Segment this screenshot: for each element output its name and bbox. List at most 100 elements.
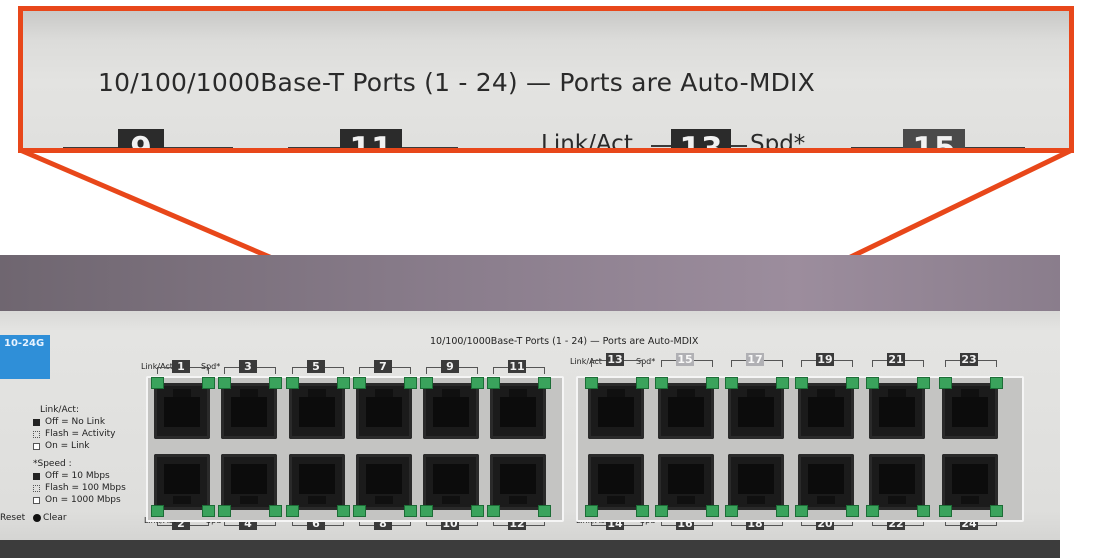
port-latch-slot — [240, 496, 258, 504]
legend-speed-off-icon — [33, 473, 40, 480]
port-latch-slot — [173, 389, 191, 397]
zoom-inset: 10/100/1000Base-T Ports (1 - 24) — Ports… — [18, 6, 1074, 153]
ethernet-port-21[interactable] — [869, 383, 925, 439]
legend-off-square-icon — [33, 419, 40, 426]
ethernet-port-23[interactable] — [942, 383, 998, 439]
port-latch-slot — [442, 496, 460, 504]
port-number-label-17: 17 — [746, 353, 764, 366]
port-socket — [738, 397, 774, 427]
ethernet-port-11[interactable] — [490, 383, 546, 439]
port-latch-slot — [961, 496, 979, 504]
port-latch-slot — [677, 389, 695, 397]
model-badge: 10-24G — [0, 335, 50, 379]
port-socket — [879, 397, 915, 427]
ethernet-port-20[interactable] — [798, 454, 854, 510]
port-socket — [366, 397, 402, 427]
reset-label: Reset — [0, 513, 26, 523]
ethernet-port-4[interactable] — [221, 454, 277, 510]
speed-led-icon — [846, 505, 859, 517]
speed-led-icon — [990, 505, 1003, 517]
link-act-led-icon — [795, 505, 808, 517]
port-number-label-9: 9 — [441, 360, 459, 373]
port-latch-slot — [240, 389, 258, 397]
ethernet-port-16[interactable] — [658, 454, 714, 510]
legend-link-act-heading: Link/Act: — [40, 405, 79, 415]
ethernet-port-10[interactable] — [423, 454, 479, 510]
speed-led-icon — [917, 377, 930, 389]
clear-button-dot-icon[interactable] — [33, 514, 41, 522]
ethernet-port-12[interactable] — [490, 454, 546, 510]
ethernet-port-8[interactable] — [356, 454, 412, 510]
link-act-led-icon — [585, 377, 598, 389]
port-latch-slot — [375, 389, 393, 397]
port-socket — [598, 464, 634, 494]
link-act-led-icon — [939, 377, 952, 389]
link-act-led-icon — [655, 505, 668, 517]
legend-flash-icon — [33, 431, 40, 438]
port-number-label-13: 13 — [606, 353, 624, 366]
ethernet-port-3[interactable] — [221, 383, 277, 439]
port-socket — [500, 397, 536, 427]
speed-led-icon — [538, 377, 551, 389]
ethernet-port-24[interactable] — [942, 454, 998, 510]
ethernet-port-9[interactable] — [423, 383, 479, 439]
photo-ports-title: 10/100/1000Base-T Ports (1 - 24) — Ports… — [430, 336, 699, 347]
port-socket — [231, 397, 267, 427]
port-socket — [366, 464, 402, 494]
ethernet-port-5[interactable] — [289, 383, 345, 439]
zoom-port-label-13: 13 — [671, 129, 731, 148]
switch-photo: 10-24G Link/Act: Off = No Link Flash = A… — [0, 255, 1060, 558]
legend-speed-flash-100: Flash = 100 Mbps — [45, 483, 126, 493]
port-socket — [808, 397, 844, 427]
link-act-led-icon — [585, 505, 598, 517]
ethernet-port-7[interactable] — [356, 383, 412, 439]
zoom-link-line — [651, 145, 673, 147]
port-number-label-21: 21 — [887, 353, 905, 366]
port-number-label-7: 7 — [374, 360, 392, 373]
ethernet-port-17[interactable] — [728, 383, 784, 439]
speed-led-icon — [202, 505, 215, 517]
speed-led-icon — [404, 505, 417, 517]
zoom-port-label-9: 9 — [118, 129, 164, 148]
port-socket — [668, 464, 704, 494]
legend-speed-on-1000: On = 1000 Mbps — [45, 495, 121, 505]
port-latch-slot — [747, 496, 765, 504]
port-latch-slot — [817, 496, 835, 504]
ethernet-port-2[interactable] — [154, 454, 210, 510]
port-number-label-1: 1 — [172, 360, 190, 373]
speed-led-icon — [471, 505, 484, 517]
port-latch-slot — [509, 389, 527, 397]
ethernet-port-19[interactable] — [798, 383, 854, 439]
ethernet-port-15[interactable] — [658, 383, 714, 439]
legend-speed-heading: *Speed : — [33, 459, 72, 469]
speed-led-icon — [917, 505, 930, 517]
port-latch-slot — [607, 389, 625, 397]
port-number-label-15: 15 — [676, 353, 694, 366]
port-socket — [433, 397, 469, 427]
port-socket — [952, 397, 988, 427]
speed-led-icon — [404, 377, 417, 389]
speed-led-icon — [990, 377, 1003, 389]
zoom-port-label-15: 15 — [903, 129, 965, 148]
port-socket — [738, 464, 774, 494]
ethernet-port-13[interactable] — [588, 383, 644, 439]
ethernet-port-6[interactable] — [289, 454, 345, 510]
ethernet-port-18[interactable] — [728, 454, 784, 510]
port-latch-slot — [308, 496, 326, 504]
ethernet-port-22[interactable] — [869, 454, 925, 510]
link-act-led-icon — [725, 377, 738, 389]
legend-speed-off-10: Off = 10 Mbps — [45, 471, 110, 481]
port-socket — [164, 397, 200, 427]
speed-led-icon — [202, 377, 215, 389]
port-latch-slot — [817, 389, 835, 397]
port-socket — [299, 397, 335, 427]
speed-led-icon — [776, 377, 789, 389]
speed-led-icon — [337, 377, 350, 389]
port-latch-slot — [888, 496, 906, 504]
zoom-spd-label: Spd* — [750, 131, 806, 153]
port-latch-slot — [173, 496, 191, 504]
link-act-led-icon — [487, 377, 500, 389]
ethernet-port-1[interactable] — [154, 383, 210, 439]
ethernet-port-14[interactable] — [588, 454, 644, 510]
switch-bottom-edge — [0, 540, 1060, 558]
